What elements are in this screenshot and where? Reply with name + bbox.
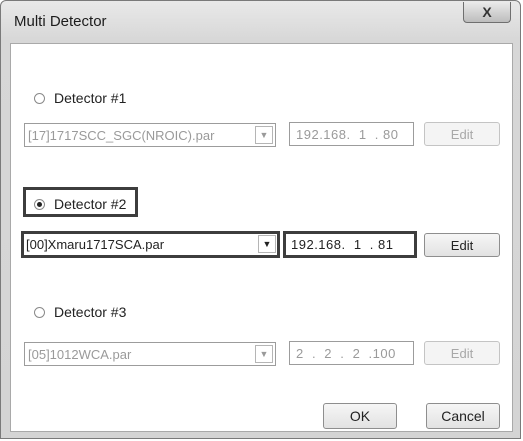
chevron-down-icon: ▼ [255,345,273,363]
detector-3-edit-button[interactable]: Edit [424,341,500,365]
window-title: Multi Detector [14,13,107,30]
cancel-button[interactable]: Cancel [426,403,500,429]
detector-3-ip-value: 2 . 2 . 2 .100 [296,346,396,361]
close-icon: X [482,4,492,20]
detector-1-edit-button[interactable]: Edit [424,122,500,146]
detector-2-file-select[interactable]: [00]Xmaru1717SCA.par ▼ [21,231,280,258]
detector-2-radio[interactable]: Detector #2 [34,196,126,212]
detector-1-ip-field[interactable]: 192.168. 1 . 80 [289,122,414,146]
close-button[interactable]: X [463,2,511,23]
detector-2-edit-button[interactable]: Edit [424,233,500,257]
chevron-down-icon: ▼ [255,126,273,144]
detector-1-ip-value: 192.168. 1 . 80 [296,127,399,142]
detector-2-file-value: [00]Xmaru1717SCA.par [26,237,165,252]
detector-1-label: Detector #1 [54,90,127,106]
detector-1-radio[interactable]: Detector #1 [34,90,126,106]
detector-3-file-value: [05]1012WCA.par [28,347,132,362]
multi-detector-dialog: Multi Detector X Detector #1 [17]1717SCC… [0,0,521,439]
detector-1-file-select[interactable]: [17]1717SCC_SGC(NROIC).par ▼ [24,123,276,147]
detector-3-file-select[interactable]: [05]1012WCA.par ▼ [24,342,276,366]
radio-unchecked-icon [34,306,45,318]
ok-button[interactable]: OK [323,403,397,429]
detector-2-ip-field[interactable]: 192.168. 1 . 81 [283,231,417,258]
radio-checked-icon [34,198,45,210]
detector-1-file-value: [17]1717SCC_SGC(NROIC).par [28,128,215,143]
detector-2-ip-value: 192.168. 1 . 81 [291,237,394,252]
detector-3-label: Detector #3 [54,304,127,320]
radio-unchecked-icon [34,92,45,104]
title-bar[interactable]: Multi Detector X [1,1,520,43]
dialog-client-area: Detector #1 [17]1717SCC_SGC(NROIC).par ▼… [10,43,513,432]
chevron-down-icon: ▼ [258,235,276,253]
detector-3-ip-field[interactable]: 2 . 2 . 2 .100 [289,341,414,365]
detector-2-label: Detector #2 [54,196,127,212]
detector-3-radio[interactable]: Detector #3 [34,304,126,320]
